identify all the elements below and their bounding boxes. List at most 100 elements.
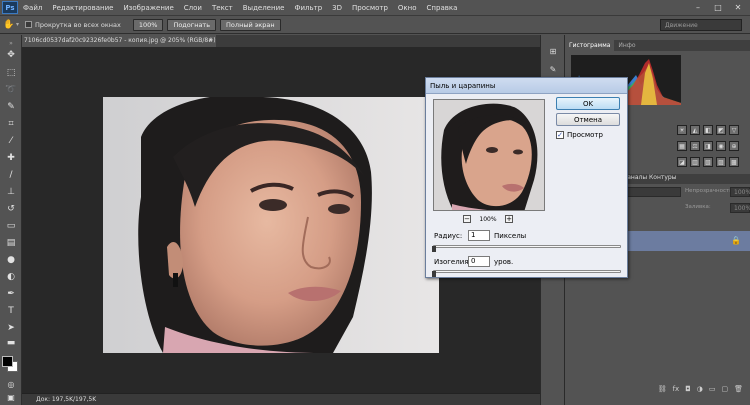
menu-file[interactable]: Файл (18, 0, 47, 16)
document-tab[interactable]: 7106cd0537daf20c92326fe0b57 - копия.jpg … (22, 35, 216, 47)
invert-adjust-icon[interactable]: ◪ (677, 157, 687, 167)
bw-adjust-icon[interactable]: ◨ (703, 141, 713, 151)
adjustment-icons-row-3: ◪ ▥ ▧ ▨ ▩ (677, 157, 739, 169)
new-layer-icon[interactable]: ▢ (721, 385, 728, 393)
gradient-tool-icon[interactable]: ▤ (4, 237, 18, 249)
link-layers-icon[interactable]: ⛓ (658, 385, 667, 393)
photo-filter-icon[interactable]: ◉ (716, 141, 726, 151)
toolbox: » ✥ ⬚ ➰ ✎ ⌗ ⁄ ✚ / ⊥ ↺ ▭ ▤ ● ◐ ✒ T ➤ ▬ ◎ … (0, 35, 22, 405)
workspace-select[interactable]: Движение (660, 19, 742, 31)
histogram-tabs: Гистограмма Инфо (565, 40, 750, 51)
new-group-icon[interactable]: ▭ (709, 385, 716, 393)
blur-tool-icon[interactable]: ● (4, 254, 18, 266)
hue-adjust-icon[interactable]: ▦ (677, 141, 687, 151)
dialog-titlebar[interactable]: Пыль и царапины (426, 78, 627, 94)
marquee-tool-icon[interactable]: ⬚ (4, 67, 18, 79)
threshold-input[interactable]: 0 (468, 256, 490, 267)
ok-button[interactable]: OK (556, 97, 620, 110)
eraser-tool-icon[interactable]: ▭ (4, 220, 18, 232)
zoom-level: 100% (479, 215, 497, 223)
menu-type[interactable]: Текст (207, 0, 238, 16)
curves-adjust-icon[interactable]: ◭ (690, 125, 700, 135)
preview-checkbox[interactable]: ✓ (556, 131, 564, 139)
layer-row-background[interactable]: 🔒 (621, 231, 750, 251)
blend-mode-select[interactable] (621, 187, 681, 197)
color-balance-icon[interactable]: ⚖ (690, 141, 700, 151)
radius-input[interactable]: 1 (468, 230, 490, 241)
tab-histogram[interactable]: Гистограмма (565, 40, 615, 51)
layers-panel-tabs[interactable]: Каналы Контуры (623, 174, 676, 181)
eyedropper-tool-icon[interactable]: ⁄ (4, 135, 18, 147)
layer-mask-icon[interactable]: ◘ (685, 385, 691, 393)
menu-view[interactable]: Просмотр (347, 0, 393, 16)
move-tool-icon[interactable]: ✥ (4, 49, 18, 61)
minimize-icon[interactable]: – (688, 0, 708, 14)
lasso-tool-icon[interactable]: ➰ (4, 84, 18, 96)
history-brush-tool-icon[interactable]: ↺ (4, 203, 18, 215)
shape-tool-icon[interactable]: ▬ (4, 337, 18, 349)
exposure-adjust-icon[interactable]: ◩ (716, 125, 726, 135)
menu-image[interactable]: Изображение (118, 0, 178, 16)
scroll-all-checkbox[interactable] (25, 21, 33, 28)
tab-info[interactable]: Инфо (614, 40, 639, 51)
zoom-out-button[interactable]: − (463, 215, 471, 223)
radius-slider[interactable] (433, 245, 621, 248)
document-tab-bar: 7106cd0537daf20c92326fe0b57 - копия.jpg … (22, 35, 540, 47)
layers-panel-footer: ⛓ fx ◘ ◑ ▭ ▢ 🗑 (658, 385, 743, 393)
foreground-color-swatch[interactable] (2, 356, 13, 367)
delete-layer-icon[interactable]: 🗑 (734, 385, 743, 393)
path-select-tool-icon[interactable]: ➤ (4, 322, 18, 334)
close-icon[interactable]: ✕ (728, 0, 748, 14)
clone-stamp-tool-icon[interactable]: ⊥ (4, 186, 18, 198)
brightness-adjust-icon[interactable]: ☀ (677, 125, 687, 135)
channel-mixer-icon[interactable]: ⊕ (729, 141, 739, 151)
threshold-unit: уров. (494, 258, 514, 266)
fill-screen-button[interactable]: Полный экран (220, 18, 281, 31)
quick-mask-icon[interactable]: ◎ (4, 378, 18, 390)
menu-edit[interactable]: Редактирование (47, 0, 118, 16)
actual-pixels-button[interactable]: 100% (132, 18, 164, 31)
fit-screen-button[interactable]: Подогнать (167, 18, 217, 31)
gradient-map-icon[interactable]: ▨ (716, 157, 726, 167)
quick-select-tool-icon[interactable]: ✎ (4, 101, 18, 113)
history-panel-icon[interactable]: ⊞ (546, 45, 560, 57)
menu-filter[interactable]: Фильтр (289, 0, 327, 16)
crop-tool-icon[interactable]: ⌗ (4, 118, 18, 130)
maximize-icon[interactable]: □ (708, 0, 728, 14)
brush-tool-icon[interactable]: / (4, 169, 18, 181)
toolbox-collapse-icon[interactable]: » (4, 37, 18, 49)
threshold-adjust-icon[interactable]: ▧ (703, 157, 713, 167)
menu-window[interactable]: Окно (393, 0, 422, 16)
threshold-slider[interactable] (433, 270, 621, 273)
dodge-tool-icon[interactable]: ◐ (4, 271, 18, 283)
threshold-slider-thumb[interactable] (432, 271, 436, 277)
tool-preset-chevron-icon[interactable]: ▾ (16, 21, 19, 28)
zoom-in-button[interactable]: + (505, 215, 513, 223)
healing-brush-tool-icon[interactable]: ✚ (4, 152, 18, 164)
dialog-title: Пыль и царапины (430, 82, 496, 90)
pen-tool-icon[interactable]: ✒ (4, 288, 18, 300)
vibrance-adjust-icon[interactable]: ▽ (729, 125, 739, 135)
posterize-adjust-icon[interactable]: ▥ (690, 157, 700, 167)
type-tool-icon[interactable]: T (4, 305, 18, 317)
menu-help[interactable]: Справка (422, 0, 463, 16)
menu-layers[interactable]: Слои (179, 0, 207, 16)
hand-tool-icon[interactable]: ✋ (2, 19, 16, 31)
fill-input[interactable]: 100% (730, 203, 750, 213)
filter-preview[interactable] (433, 99, 545, 211)
menu-3d[interactable]: 3D (327, 0, 347, 16)
tab-close-icon[interactable]: × (208, 35, 213, 47)
radius-slider-thumb[interactable] (432, 246, 436, 252)
screen-mode-icon[interactable]: ▣ (4, 391, 18, 403)
opacity-input[interactable]: 100% (730, 187, 750, 197)
selective-color-icon[interactable]: ▩ (729, 157, 739, 167)
levels-adjust-icon[interactable]: ◧ (703, 125, 713, 135)
opacity-label: Непрозрачность: (685, 188, 735, 194)
layer-style-icon[interactable]: fx (673, 385, 680, 393)
tool-presets-panel-icon[interactable]: ✎ (546, 63, 560, 75)
cancel-button[interactable]: Отмена (556, 113, 620, 126)
document-tab-title: 7106cd0537daf20c92326fe0b57 - копия.jpg … (24, 37, 216, 44)
adjustment-layer-icon[interactable]: ◑ (697, 385, 703, 393)
menu-select[interactable]: Выделение (238, 0, 290, 16)
preview-zoom-controls: − 100% + (463, 215, 513, 223)
